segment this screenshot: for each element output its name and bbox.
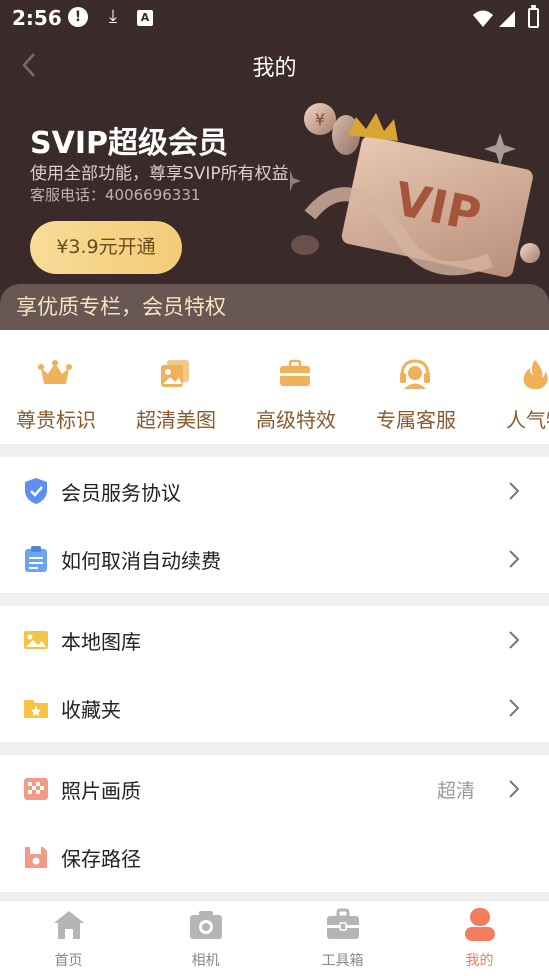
privilege-hd-images[interactable]: 超清美图 (116, 330, 236, 444)
page-title: 我的 (252, 56, 297, 81)
tab-label: 我的 (465, 953, 494, 969)
tab-camera[interactable]: 相机 (137, 901, 274, 976)
photo-quality-value: 超清 (436, 780, 475, 802)
privilege-label: 超清美图 (136, 408, 216, 432)
menu-item-label: 收藏夹 (61, 698, 121, 722)
battery-icon (528, 5, 539, 28)
crown-icon (38, 360, 72, 384)
chevron-right-icon (509, 550, 520, 568)
vip-privilege-banner: 享优质专栏，会员特权 (0, 284, 549, 330)
download-icon: ⤓ (109, 6, 117, 27)
headset-icon (400, 359, 430, 389)
bottom-nav: 首页 相机 工具箱 我的 (0, 900, 549, 976)
privilege-honor-badge[interactable]: 尊贵标识 (0, 330, 116, 444)
tab-toolbox[interactable]: 工具箱 (274, 901, 411, 976)
tab-label: 首页 (54, 953, 83, 969)
tab-label: 相机 (191, 953, 220, 969)
menu-item-label: 保存路径 (61, 847, 141, 871)
service-phone: 客服电话：4006696331 (30, 186, 201, 204)
privilege-label: 人气特 (506, 408, 549, 432)
menu-section-library: 本地图库 收藏夹 (0, 606, 549, 742)
chevron-right-icon (509, 699, 520, 717)
menu-item-member-agreement[interactable]: 会员服务协议 (0, 457, 549, 525)
chevron-right-icon (509, 482, 520, 500)
image-icon (24, 631, 48, 649)
menu-item-label: 本地图库 (61, 630, 141, 654)
clipboard-icon (25, 546, 47, 572)
privilege-label: 尊贵标识 (16, 408, 96, 432)
flame-icon (523, 360, 548, 390)
home-icon (53, 911, 84, 939)
svg-text:¥: ¥ (315, 110, 325, 129)
privilege-label: 高级特效 (256, 408, 336, 432)
vip-header: 2:56 ! ⤓ A 我的 SVIP超级会员 使用全部功能，尊享SVIP所有权益… (0, 0, 549, 330)
wifi-signal-icon (473, 10, 515, 27)
menu-section-agreements: 会员服务协议 如何取消自动续费 (0, 457, 549, 593)
tab-home[interactable]: 首页 (0, 901, 137, 976)
alert-icon: ! (68, 7, 88, 27)
menu-item-label: 照片画质 (61, 779, 141, 803)
menu-item-save-path[interactable]: 保存路径 (0, 823, 549, 891)
chevron-right-icon (509, 780, 520, 798)
checker-icon (24, 778, 48, 800)
privilege-support[interactable]: 专属客服 (356, 330, 476, 444)
menu-section-settings: 照片画质 超清 保存路径 (0, 755, 549, 892)
svip-description: 使用全部功能，尊享SVIP所有权益 (30, 164, 289, 184)
shield-check-icon (25, 478, 47, 504)
status-bar: 2:56 ! ⤓ A (0, 0, 549, 36)
chevron-right-icon (509, 631, 520, 649)
save-icon (25, 847, 47, 868)
privilege-row: 尊贵标识 超清美图 高级特效 专属客服 人气特 (0, 330, 549, 444)
privilege-popular[interactable]: 人气特 (476, 330, 549, 444)
menu-item-label: 会员服务协议 (61, 481, 181, 505)
toolbox-icon (326, 908, 359, 939)
open-vip-button[interactable]: ¥3.9元开通 (30, 221, 182, 274)
briefcase-icon (280, 359, 310, 386)
tab-profile[interactable]: 我的 (411, 901, 548, 976)
profile-icon (464, 908, 495, 941)
menu-item-photo-quality[interactable]: 照片画质 超清 (0, 755, 549, 823)
menu-item-cancel-renewal[interactable]: 如何取消自动续费 (0, 525, 549, 593)
camera-icon (189, 911, 222, 939)
status-time: 2:56 (12, 6, 62, 30)
tab-label: 工具箱 (321, 953, 364, 969)
font-icon: A (137, 10, 153, 26)
vip-card-illustration: ¥ VIP (290, 103, 540, 278)
photo-stack-icon (161, 360, 189, 387)
menu-item-label: 如何取消自动续费 (61, 549, 221, 573)
privilege-effects[interactable]: 高级特效 (236, 330, 356, 444)
menu-item-local-gallery[interactable]: 本地图库 (0, 606, 549, 674)
menu-item-favorites[interactable]: 收藏夹 (0, 674, 549, 742)
svip-title: SVIP超级会员 (30, 126, 228, 161)
privilege-label: 专属客服 (376, 408, 456, 432)
star-folder-icon (24, 700, 48, 718)
